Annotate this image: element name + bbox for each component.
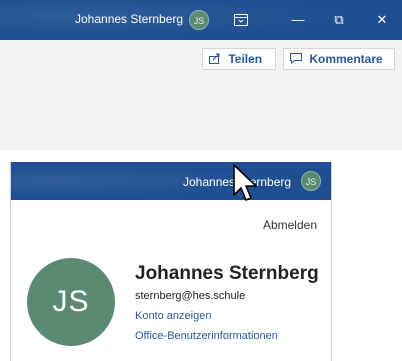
share-icon xyxy=(209,52,224,66)
view-account-link[interactable]: Konto anzeigen xyxy=(135,310,211,322)
close-button[interactable]: ✕ xyxy=(369,8,395,32)
share-label: Teilen xyxy=(228,52,263,66)
restore-icon: ⧉ xyxy=(334,12,344,27)
title-bar: Johannes Sternberg JS — ⧉ ✕ xyxy=(0,0,402,40)
account-name: Johannes Sternberg xyxy=(135,263,319,284)
account-flyout: Johannes Sternberg JS Abmelden JS Johann… xyxy=(10,162,332,361)
share-button[interactable]: Teilen xyxy=(202,48,276,70)
flyout-header: Johannes Sternberg JS xyxy=(11,162,331,200)
flyout-header-avatar[interactable]: JS xyxy=(301,171,321,191)
mouse-cursor-icon xyxy=(233,164,257,201)
close-icon: ✕ xyxy=(376,12,388,27)
account-email: sternberg@hes.schule xyxy=(135,290,246,302)
ribbon-display-icon xyxy=(234,14,248,26)
ribbon-area: Teilen Kommentare xyxy=(0,40,402,150)
comment-icon xyxy=(290,52,305,66)
restore-button[interactable]: ⧉ xyxy=(326,8,352,32)
account-avatar-button[interactable]: JS xyxy=(189,10,209,30)
office-user-info-link[interactable]: Office-Benutzerinformationen xyxy=(135,330,278,342)
minimize-icon: — xyxy=(291,12,305,27)
comments-button[interactable]: Kommentare xyxy=(283,48,395,70)
account-user-name[interactable]: Johannes Sternberg xyxy=(75,12,183,26)
separator xyxy=(0,150,402,162)
signout-link[interactable]: Abmelden xyxy=(263,218,317,232)
minimize-button[interactable]: — xyxy=(285,8,311,32)
account-avatar: JS xyxy=(27,258,115,346)
comments-label: Kommentare xyxy=(309,52,383,66)
ribbon-display-options-button[interactable] xyxy=(228,8,254,32)
